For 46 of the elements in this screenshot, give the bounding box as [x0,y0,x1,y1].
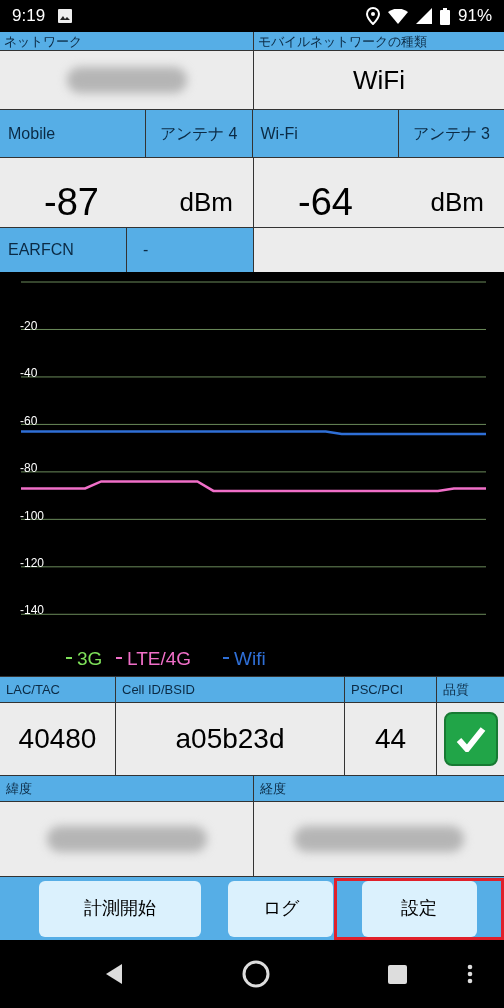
field-label: ネットワーク [4,34,82,48]
battery-icon [439,7,450,25]
toolbar-button[interactable]: ログ [227,880,334,937]
signal-value: -64 [298,180,353,225]
axis-tick-label: -100 [20,508,45,523]
signal-label: Mobile [8,123,56,144]
axis-tick-label: -20 [20,318,38,333]
column-header: 品質 [443,680,469,699]
unit-label: dBm [179,186,233,219]
signal-value: -87 [44,180,99,225]
column-header: LAC/TAC [6,680,60,699]
home-icon[interactable] [242,960,270,988]
axis-tick-label: -120 [20,556,45,570]
unit-label: dBm [430,186,484,219]
more-icon[interactable] [467,964,473,984]
legend-label: 3G [77,648,103,669]
axis-tick-label: -60 [20,413,38,428]
field-label: 緯度 [6,779,32,798]
table-cell-text: a05b23d [175,722,285,756]
toolbar-button[interactable]: 計測開始 [39,880,201,937]
field-label: モバイルネットワークの種類 [258,34,427,48]
back-icon[interactable] [104,963,124,985]
recents-icon[interactable] [388,964,407,984]
antenna-label: アンテナ 4 [160,123,238,144]
field-label: EARFCN [8,240,74,260]
legend-label: Wifi [234,648,266,669]
toolbar-button[interactable]: 設定 [361,880,477,937]
axis-tick-label: -140 [20,603,45,618]
battery-percent: 91% [457,5,492,28]
column-header: PSC/PCI [351,680,403,699]
table-cell-text: 44 [374,722,407,756]
location-icon [365,7,380,25]
table-cell-text: 40480 [18,722,97,756]
axis-tick-label: -40 [20,366,38,381]
status-time: 9:19 [12,5,46,28]
image-icon [57,8,74,24]
earfcn-value: - [143,240,149,260]
field-label: 経度 [260,779,286,798]
network-type-value: WiFi [353,63,405,97]
antenna-label: アンテナ 3 [412,123,490,144]
column-header: Cell ID/BSID [122,680,195,699]
signal-label: Wi-Fi [260,123,298,144]
legend-label: LTE/4G [127,648,192,669]
wifi-icon [387,8,408,24]
signal-icon [415,8,432,24]
axis-tick-label: -80 [20,461,38,476]
